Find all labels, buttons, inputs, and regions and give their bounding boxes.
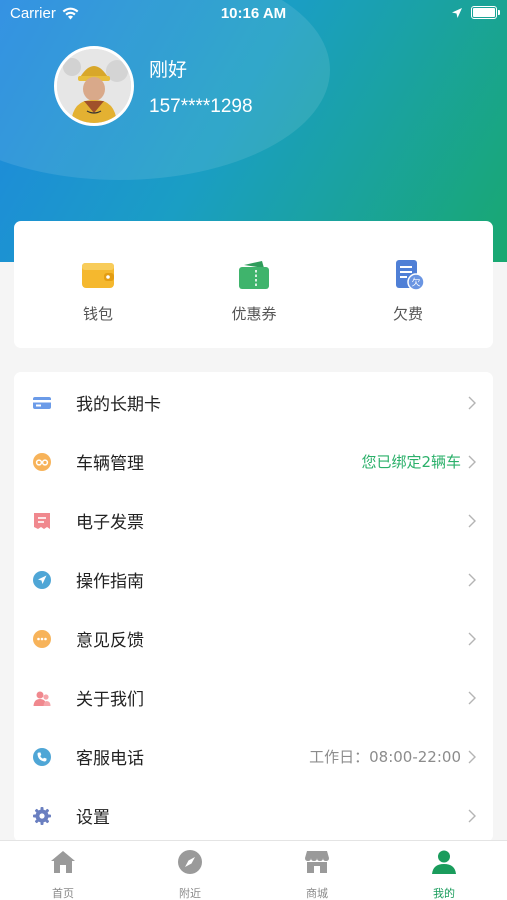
quick-actions-card: 钱包 优惠券 欠 欠费: [14, 221, 493, 348]
menu-item-label: 车辆管理: [76, 454, 144, 474]
invoice-icon: [34, 512, 50, 529]
quick-action-label: 欠费: [392, 305, 423, 323]
quick-action-wallet[interactable]: 钱包: [38, 257, 158, 324]
menu-item-customer-service[interactable]: 客服电话 工作日：08:00-22:00: [14, 727, 493, 786]
profile-phone: 157****1298: [149, 96, 253, 117]
store-icon: [305, 851, 329, 873]
chevron-right-icon: [468, 809, 476, 822]
menu-item-long-term-card[interactable]: 我的长期卡: [14, 373, 493, 432]
menu-item-label: 关于我们: [76, 690, 144, 710]
vehicle-icon: [33, 452, 51, 471]
chevron-right-icon: [468, 632, 476, 645]
avatar[interactable]: [54, 46, 134, 126]
location-arrow-icon: [452, 7, 462, 18]
chevron-right-icon: [468, 396, 476, 409]
tab-label: 我的: [433, 887, 455, 900]
menu-item-label: 操作指南: [76, 572, 144, 592]
card-icon: [33, 396, 51, 409]
quick-action-coupon[interactable]: 优惠券: [194, 257, 314, 324]
status-time: 10:16 AM: [220, 5, 287, 22]
tab-label: 附近: [179, 887, 201, 900]
user-icon: [432, 850, 456, 874]
tab-label: 首页: [52, 887, 74, 900]
about-icon: [33, 691, 51, 706]
avatar-figure-icon: [57, 49, 131, 123]
menu-list: 我的长期卡 车辆管理 您已绑定2辆车 电子发票 操作指南 意见反馈 关于我们 客…: [14, 372, 493, 842]
wallet-icon: [82, 263, 114, 288]
chevron-right-icon: [468, 691, 476, 704]
menu-item-vehicle[interactable]: 车辆管理 您已绑定2辆车: [14, 432, 493, 491]
coupon-icon: [239, 261, 269, 289]
menu-item-label: 我的长期卡: [76, 395, 161, 415]
chevron-right-icon: [468, 750, 476, 763]
tab-nearby[interactable]: 附近: [127, 849, 253, 900]
service-hours-text: 工作日：08:00-22:00: [309, 748, 461, 766]
chevron-right-icon: [468, 455, 476, 468]
quick-action-label: 优惠券: [231, 305, 277, 323]
menu-item-invoice[interactable]: 电子发票: [14, 491, 493, 550]
tab-mine[interactable]: 我的: [381, 849, 507, 900]
tab-label: 商城: [306, 887, 328, 900]
menu-item-about[interactable]: 关于我们: [14, 668, 493, 727]
bottom-tab-bar: 首页 附近 商城 我的: [0, 840, 507, 900]
arrears-icon: 欠: [396, 260, 425, 291]
tab-store[interactable]: 商城: [254, 849, 380, 900]
menu-item-label: 设置: [76, 808, 110, 828]
menu-item-guide[interactable]: 操作指南: [14, 550, 493, 609]
home-icon: [51, 851, 75, 873]
status-bar: Carrier 10:16 AM: [0, 0, 507, 28]
phone-icon: [33, 747, 51, 766]
guide-icon: [33, 570, 51, 589]
quick-action-arrears[interactable]: 欠 欠费: [348, 257, 468, 324]
quick-action-label: 钱包: [82, 305, 113, 323]
chevron-right-icon: [468, 573, 476, 586]
settings-icon: [33, 806, 51, 825]
chevron-right-icon: [468, 514, 476, 527]
menu-item-feedback[interactable]: 意见反馈: [14, 609, 493, 668]
bound-vehicles-text: 您已绑定2辆车: [361, 453, 461, 471]
feedback-icon: [33, 629, 51, 648]
status-right: [451, 6, 500, 19]
arrears-badge: 欠: [411, 277, 420, 289]
tab-home[interactable]: 首页: [0, 849, 126, 900]
menu-item-label: 客服电话: [76, 749, 144, 769]
menu-item-label: 电子发票: [76, 513, 144, 533]
battery-icon: [471, 6, 500, 19]
compass-icon: [178, 850, 202, 874]
menu-item-settings[interactable]: 设置: [14, 786, 493, 842]
menu-item-label: 意见反馈: [76, 631, 144, 651]
profile-name: 刚好: [149, 59, 188, 81]
